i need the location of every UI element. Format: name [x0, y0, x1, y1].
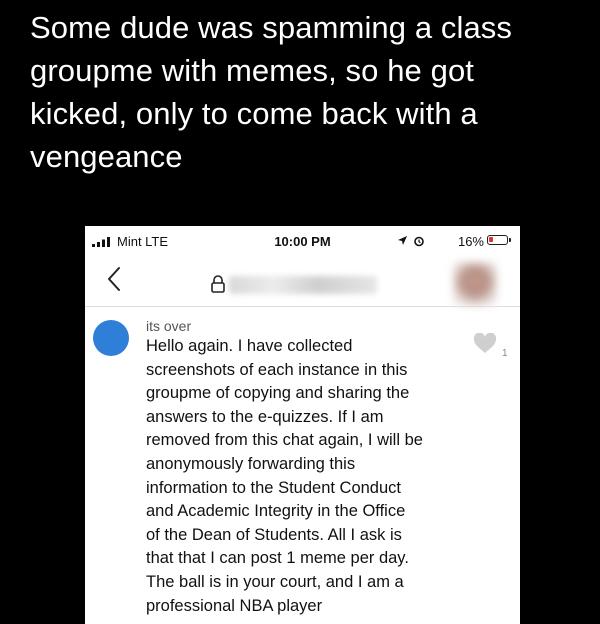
message-line: screenshots of each instance in this: [146, 360, 408, 379]
chat-header: [85, 256, 520, 307]
message-line: Hello again. I have collected: [146, 337, 353, 355]
chat-message: its over Hello again. I have collected s…: [85, 308, 520, 624]
back-chevron-icon[interactable]: [103, 264, 125, 294]
battery-percent: 16%: [457, 234, 484, 249]
redacted-group-name[interactable]: [229, 276, 377, 294]
message-line: professional NBA player: [146, 596, 323, 615]
message-line: information to the Student Conduct: [146, 478, 401, 497]
message-line: groupme of copying and sharing the: [146, 384, 410, 403]
post-caption: Some dude was spamming a class groupme w…: [30, 10, 513, 174]
message-line: The ball is in your court, and I am a: [146, 572, 404, 591]
like-count: 1: [502, 348, 508, 359]
sender-name: its over: [146, 318, 192, 334]
message-line: anonymously forwarding this: [146, 454, 356, 473]
message-line: and Academic Integrity in the Office: [146, 502, 406, 521]
battery-icon: [487, 235, 511, 245]
sender-avatar[interactable]: [93, 320, 129, 356]
lock-icon: [211, 275, 225, 293]
message-line: of the Dean of Students. All I ask is: [146, 525, 402, 544]
message-line: answers to the e-quizzes. If I am: [146, 407, 384, 426]
location-arrow-icon: [398, 236, 407, 245]
message-text: Hello again. I have collected screenshot…: [146, 335, 486, 618]
status-bar: Mint LTE 10:00 PM 16%: [85, 226, 520, 256]
alarm-icon: [414, 236, 424, 247]
status-right: 16%: [382, 232, 512, 249]
message-line: that that I can post 1 meme per day.: [146, 549, 409, 568]
message-line: removed from this chat again, I will be: [146, 431, 423, 450]
phone-screenshot: Mint LTE 10:00 PM 16% its over Hello aga…: [85, 226, 520, 624]
redacted-group-avatar[interactable]: [453, 262, 497, 306]
heart-icon[interactable]: [473, 333, 497, 355]
